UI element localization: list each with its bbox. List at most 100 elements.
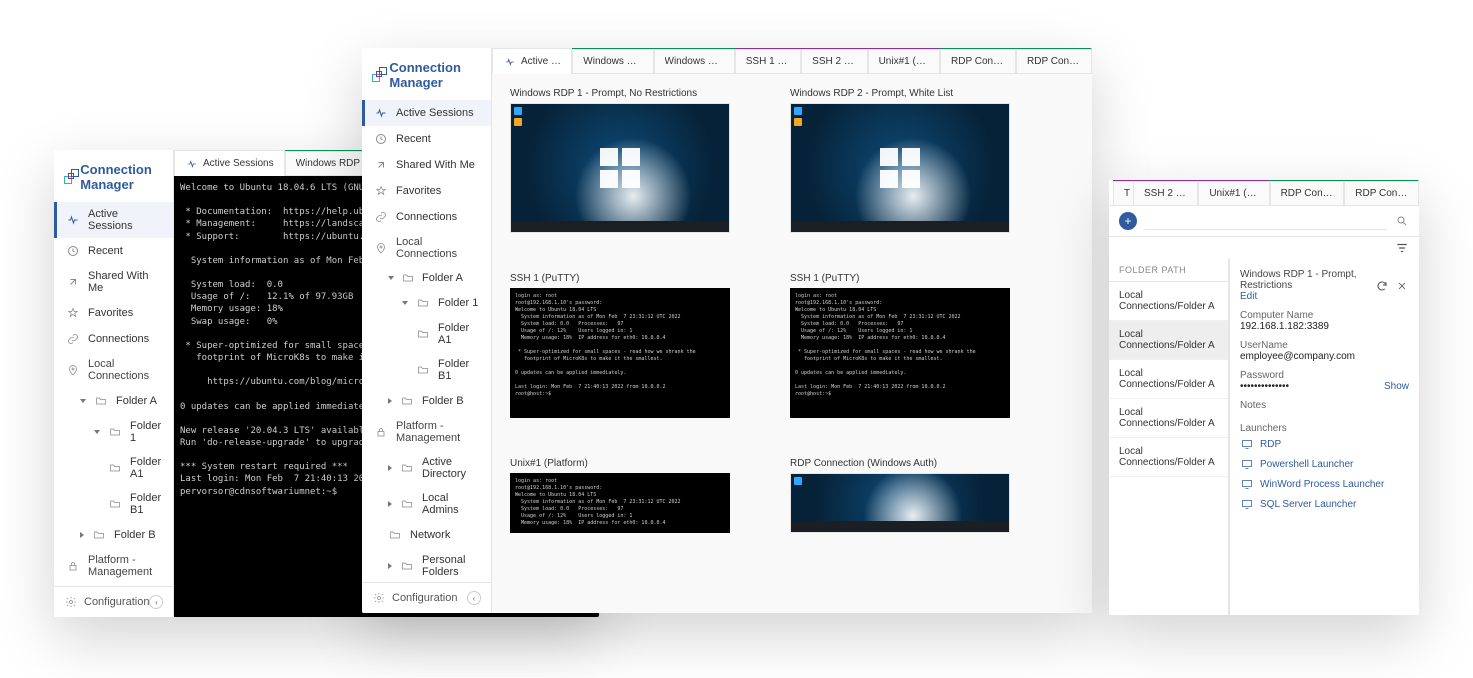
configuration-button[interactable]: Configuration <box>64 595 149 609</box>
sidebar-item-recent[interactable]: Recent <box>362 126 491 152</box>
sidebar-tree-folder-1[interactable]: Folder 1 <box>54 414 173 450</box>
tab-active-sessions[interactable]: Active Sessions <box>492 48 572 74</box>
search-icon[interactable] <box>1395 214 1409 228</box>
sidebar-tree-personal[interactable]: Personal Folders <box>362 548 491 582</box>
tab-unix1[interactable]: Unix#1 (Platform) <box>868 49 940 73</box>
sidebar-tree-folder-a1[interactable]: Folder A1 <box>54 450 173 486</box>
close-icon[interactable] <box>1395 279 1409 293</box>
sidebar-tree-folder-b[interactable]: Folder B <box>362 388 491 414</box>
sidebar-tree-folder-b1[interactable]: Folder B1 <box>362 352 491 388</box>
rdp-desktop-preview <box>790 103 1010 233</box>
sidebar-tree-platform[interactable]: Platform - Management <box>362 414 491 450</box>
tab-label: SSH 2 (PuTTY) <box>1144 188 1187 199</box>
session-thumb-ssh1[interactable]: SSH 1 (PuTTY) login as: root root@192.16… <box>510 273 730 418</box>
pulse-icon <box>503 55 517 69</box>
window-sessions: Connection Manager Active Sessions Recen… <box>362 48 1092 613</box>
launcher-winword[interactable]: WinWord Process Launcher <box>1240 474 1409 494</box>
folder-icon <box>400 461 414 475</box>
sidebar-item-label: Local Connections <box>396 236 479 260</box>
table-row[interactable]: Local Connections/Folder A <box>1109 360 1228 399</box>
sidebar-item-label: Configuration <box>84 596 149 608</box>
launcher-powershell[interactable]: Powershell Launcher <box>1240 454 1409 474</box>
folder-icon <box>92 528 106 542</box>
session-thumb-rdpconn[interactable]: RDP Connection (Windows Auth) <box>790 458 1010 533</box>
computer-name-value: 192.168.1.182:3389 <box>1240 321 1409 332</box>
sidebar-tree-local[interactable]: Local Connections <box>362 230 491 266</box>
sidebar-tree-local-admins[interactable]: Local Admins <box>362 486 491 522</box>
sidebar-tree-folder-b[interactable]: Folder B <box>54 522 173 548</box>
launcher-sql[interactable]: SQL Server Launcher <box>1240 494 1409 514</box>
session-thumb-unix1[interactable]: Unix#1 (Platform) login as: root root@19… <box>510 458 730 533</box>
sidebar-tree-folder-1[interactable]: Folder 1 <box>362 290 491 316</box>
tab-rdpc1[interactable]: RDP Connection... <box>1270 181 1345 205</box>
sidebar-item-active-sessions[interactable]: Active Sessions <box>54 202 173 238</box>
pulse-icon <box>374 106 388 120</box>
password-label: Password <box>1240 370 1409 381</box>
sidebar-item-label: Platform - Management <box>88 554 161 578</box>
sidebar-item-recent[interactable]: Recent <box>54 238 173 264</box>
session-thumb-rdp2[interactable]: Windows RDP 2 - Prompt, White List <box>790 88 1010 233</box>
collapse-sidebar-icon[interactable]: ‹ <box>467 591 481 605</box>
launcher-label: RDP <box>1260 439 1281 450</box>
sidebar-item-favorites[interactable]: Favorites <box>54 300 173 326</box>
tab-rdpc2[interactable]: RDP Connection... <box>1344 181 1419 205</box>
sidebar-item-shared[interactable]: Shared With Me <box>362 152 491 178</box>
sidebar-item-label: Local Admins <box>422 492 479 516</box>
edit-link[interactable]: Edit <box>1240 291 1375 302</box>
ssh-preview: login as: root root@192.168.1.10's passw… <box>510 473 730 533</box>
folder-icon <box>400 394 414 408</box>
show-password-link[interactable]: Show <box>1384 381 1409 392</box>
tab-label: SSH 1 (PuTTY) <box>746 56 790 67</box>
gear-icon <box>64 595 78 609</box>
sidebar-item-active-sessions[interactable]: Active Sessions <box>362 100 491 126</box>
refresh-icon[interactable] <box>1375 279 1389 293</box>
sidebar-item-label: Local Connections <box>88 358 161 382</box>
pulse-icon <box>185 157 199 171</box>
sidebar-item-connections[interactable]: Connections <box>362 204 491 230</box>
tab-rdp1[interactable]: Windows RDP 1 - ... <box>572 49 653 73</box>
tab-unix1[interactable]: Unix#1 (Platform) <box>1198 181 1269 205</box>
chevron-down-icon <box>402 301 408 305</box>
tab-rdp2[interactable]: Windows RDP 2 - ... <box>654 49 735 73</box>
session-title: Windows RDP 1 - Prompt, No Restrictions <box>510 88 730 99</box>
search-input[interactable] <box>1145 213 1387 230</box>
table-row[interactable]: Local Connections/Folder A <box>1109 399 1228 438</box>
tab-ssh2[interactable]: SSH 2 (PuTTY) <box>801 49 867 73</box>
sidebar-item-label: Folder 1 <box>438 297 478 309</box>
configuration-button[interactable]: Configuration <box>372 591 457 605</box>
tab-ssh1[interactable]: SSH 1 (PuTTY) <box>735 49 801 73</box>
sidebar-tree-folder-b1[interactable]: Folder B1 <box>54 486 173 522</box>
sidebar-tree-folder-a[interactable]: Folder A <box>362 266 491 290</box>
detail-pane: Windows RDP 1 - Prompt, Restrictions Edi… <box>1229 259 1419 615</box>
sidebar-footer: Configuration ‹ <box>362 582 491 613</box>
collapse-sidebar-icon[interactable]: ‹ <box>149 595 163 609</box>
session-title: Windows RDP 2 - Prompt, White List <box>790 88 1010 99</box>
tab-rdpc1[interactable]: RDP Connection... <box>940 49 1016 73</box>
session-title: Unix#1 (Platform) <box>510 458 730 469</box>
add-button[interactable]: + <box>1119 212 1137 230</box>
folder-icon <box>400 559 414 573</box>
table-row[interactable]: Local Connections/Folder A <box>1109 438 1228 477</box>
tab-ssh2[interactable]: SSH 2 (PuTTY) <box>1133 181 1198 205</box>
table-row[interactable]: Local Connections/Folder A <box>1109 321 1228 360</box>
launcher-rdp[interactable]: RDP <box>1240 434 1409 454</box>
monitor-icon <box>1240 437 1254 451</box>
sidebar-tree-ad[interactable]: Active Directory <box>362 450 491 486</box>
sidebar-tree-network[interactable]: Network <box>362 522 491 548</box>
sidebar-tree-folder-a[interactable]: Folder A <box>54 388 173 414</box>
tab-rdpc2[interactable]: RDP Connection... <box>1016 49 1092 73</box>
tab-active-sessions[interactable]: Active Sessions <box>174 150 285 176</box>
app-title: Connection Manager <box>389 60 481 90</box>
folder-table: FOLDER PATH Local Connections/Folder ALo… <box>1109 259 1229 615</box>
sidebar-item-label: Personal Folders <box>422 554 479 578</box>
table-row[interactable]: Local Connections/Folder A <box>1109 282 1228 321</box>
sidebar-item-favorites[interactable]: Favorites <box>362 178 491 204</box>
sidebar-tree-folder-a1[interactable]: Folder A1 <box>362 316 491 352</box>
filter-icon[interactable] <box>1395 241 1409 255</box>
sidebar-item-shared[interactable]: Shared With Me <box>54 264 173 300</box>
sidebar-tree-local[interactable]: Local Connections <box>54 352 173 388</box>
sidebar-item-connections[interactable]: Connections <box>54 326 173 352</box>
sidebar-tree-platform[interactable]: Platform - Management <box>54 548 173 584</box>
session-thumb-rdp1[interactable]: Windows RDP 1 - Prompt, No Restrictions <box>510 88 730 233</box>
session-thumb-ssh1b[interactable]: SSH 1 (PuTTY) login as: root root@192.16… <box>790 273 1010 418</box>
